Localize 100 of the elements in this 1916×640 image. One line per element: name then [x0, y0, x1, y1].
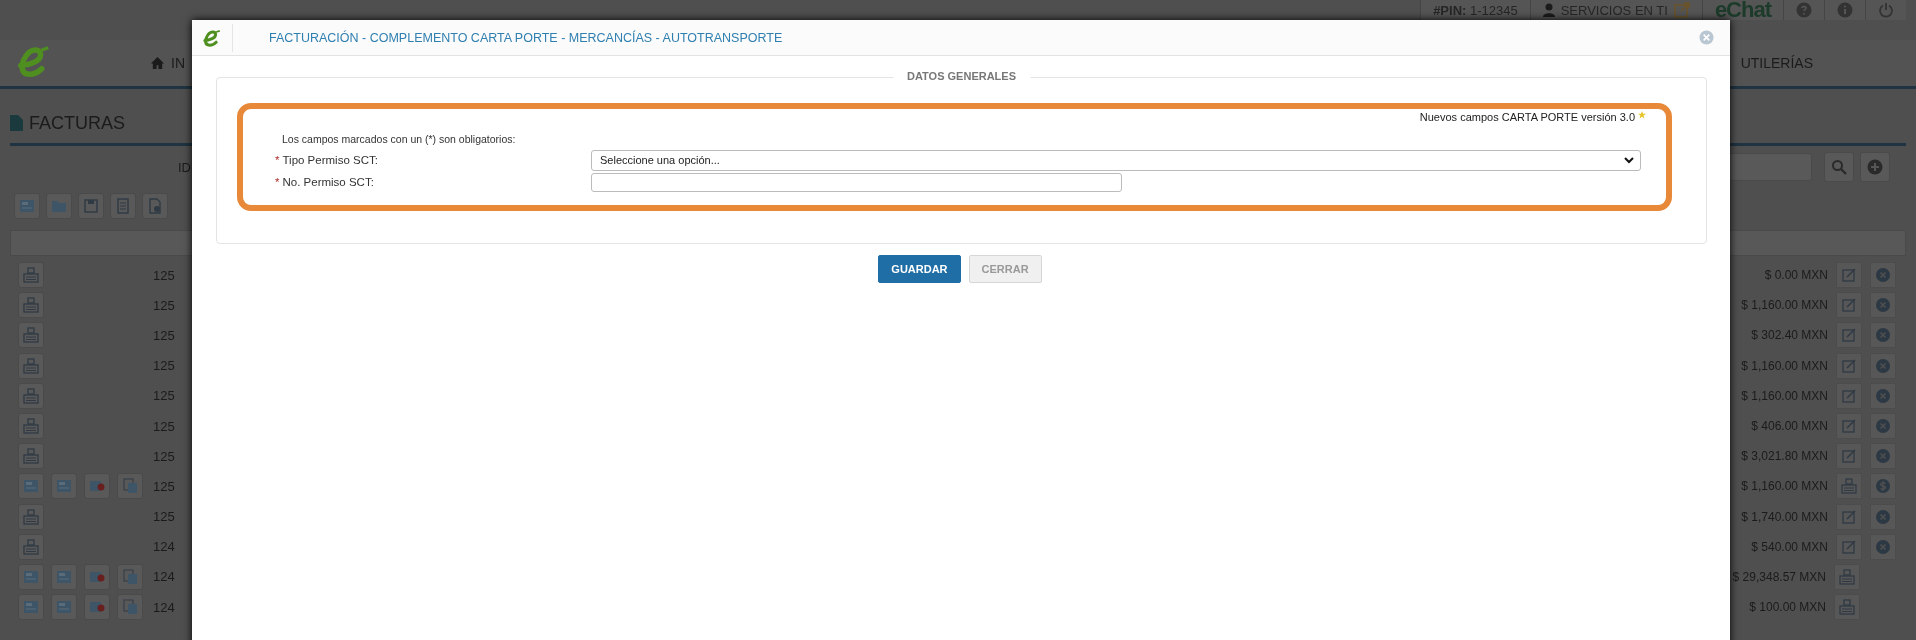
edit-icon	[1841, 387, 1857, 404]
cancel-icon	[1875, 387, 1891, 404]
add-button[interactable]	[1860, 152, 1890, 182]
pdf-button[interactable]	[18, 594, 44, 621]
stamp-button[interactable]	[18, 533, 44, 560]
edit-icon	[1841, 267, 1857, 284]
edit-button[interactable]	[1836, 503, 1862, 530]
edit-button[interactable]	[1836, 262, 1862, 289]
stamp-button[interactable]	[18, 292, 44, 319]
export-icon	[19, 198, 35, 214]
stamp-button[interactable]	[1836, 473, 1862, 500]
cancel-invoice-button[interactable]	[84, 473, 110, 500]
edit-icon	[1841, 538, 1857, 555]
delete-button[interactable]	[1870, 503, 1896, 530]
report-button[interactable]	[142, 193, 168, 219]
required-mark: *	[275, 154, 280, 166]
edit-button[interactable]	[1836, 443, 1862, 470]
delete-button[interactable]	[1870, 443, 1896, 470]
version-note: Nuevos campos CARTA PORTE versión 3.0	[1419, 111, 1635, 123]
cancel-invoice-button[interactable]	[84, 594, 110, 621]
duplicate-button[interactable]	[117, 594, 143, 621]
xml-icon	[56, 478, 72, 495]
copy-document-icon	[122, 478, 138, 495]
delete-button[interactable]	[1870, 292, 1896, 319]
register-icon	[23, 508, 39, 525]
help-icon[interactable]	[1796, 2, 1812, 18]
power-icon[interactable]	[1878, 2, 1894, 18]
edit-button[interactable]	[1836, 352, 1862, 379]
xml-icon	[56, 568, 72, 585]
stamp-button[interactable]	[1834, 563, 1860, 590]
save-button[interactable]	[78, 193, 104, 219]
pdf-icon	[23, 478, 39, 495]
info-icon[interactable]	[1837, 2, 1853, 18]
xml-button[interactable]	[51, 594, 77, 621]
pdf-button[interactable]	[18, 563, 44, 590]
delete-button[interactable]	[1870, 262, 1896, 289]
xml-icon	[56, 599, 72, 616]
register-icon	[23, 297, 39, 314]
edit-button[interactable]	[1836, 322, 1862, 349]
stamp-button[interactable]	[18, 352, 44, 379]
edit-icon	[1841, 327, 1857, 344]
register-icon	[23, 387, 39, 404]
copy-document-icon	[122, 599, 138, 616]
external-link-icon[interactable]	[1673, 2, 1690, 18]
xml-button[interactable]	[51, 563, 77, 590]
edit-button[interactable]	[1836, 382, 1862, 409]
stamp-button[interactable]	[18, 262, 44, 289]
field-label: No. Permiso SCT:	[282, 176, 374, 188]
edit-button[interactable]	[1836, 533, 1862, 560]
copy-document-icon	[122, 568, 138, 585]
register-icon	[1839, 568, 1855, 585]
pdf-button[interactable]	[18, 473, 44, 500]
register-icon	[23, 448, 39, 465]
register-icon	[23, 538, 39, 555]
edit-button[interactable]	[1836, 413, 1862, 440]
stamp-button[interactable]	[18, 322, 44, 349]
delete-button[interactable]	[1870, 352, 1896, 379]
duplicate-button[interactable]	[117, 563, 143, 590]
stamp-button[interactable]	[18, 413, 44, 440]
input-field[interactable]	[591, 172, 1122, 192]
star-icon	[1638, 111, 1646, 119]
stamp-button[interactable]	[18, 382, 44, 409]
user-icon	[1542, 3, 1555, 17]
field-label: Tipo Permiso SCT:	[282, 154, 378, 166]
nav-item[interactable]: UTILERÍAS	[1740, 55, 1813, 71]
cancel-icon	[1875, 508, 1891, 525]
home-icon	[150, 56, 165, 70]
dialog-button[interactable]: GUARDAR	[878, 255, 961, 283]
delete-button[interactable]	[1870, 533, 1896, 560]
register-icon	[23, 327, 39, 344]
delete-button[interactable]	[1870, 322, 1896, 349]
stamp-button[interactable]	[18, 443, 44, 470]
register-icon	[23, 418, 39, 435]
cancel-icon	[1875, 448, 1891, 465]
modal-title: FACTURACIÓN - COMPLEMENTO CARTA PORTE - MERCANCÍAS - AUTOTRANSPORTE	[269, 30, 783, 45]
cancel-icon	[1875, 357, 1891, 374]
select-field[interactable]: Seleccione una opción...	[591, 149, 1641, 171]
calculator-button[interactable]	[110, 193, 136, 219]
document-icon	[10, 115, 23, 131]
register-icon	[1841, 478, 1857, 495]
delete-button[interactable]	[1870, 382, 1896, 409]
edit-button[interactable]	[1836, 292, 1862, 319]
search-button[interactable]	[1824, 152, 1854, 182]
report-icon	[147, 198, 163, 214]
cancel-icon	[1875, 327, 1891, 344]
register-icon	[1839, 599, 1855, 616]
duplicate-button[interactable]	[117, 473, 143, 500]
stamp-button[interactable]	[18, 503, 44, 530]
cancel-icon	[1875, 418, 1891, 435]
edit-icon	[1841, 297, 1857, 314]
folder-icon	[51, 198, 67, 214]
xml-button[interactable]	[51, 473, 77, 500]
stamp-button[interactable]	[1834, 594, 1860, 621]
close-icon[interactable]	[1699, 30, 1714, 45]
required-hint: Los campos marcados con un (*) son obligatorios:	[282, 133, 517, 145]
folder-button[interactable]	[46, 193, 72, 219]
export-button[interactable]	[14, 193, 40, 219]
delete-button[interactable]	[1870, 413, 1896, 440]
cancel-invoice-button[interactable]	[84, 563, 110, 590]
payment-button[interactable]	[1870, 473, 1896, 500]
